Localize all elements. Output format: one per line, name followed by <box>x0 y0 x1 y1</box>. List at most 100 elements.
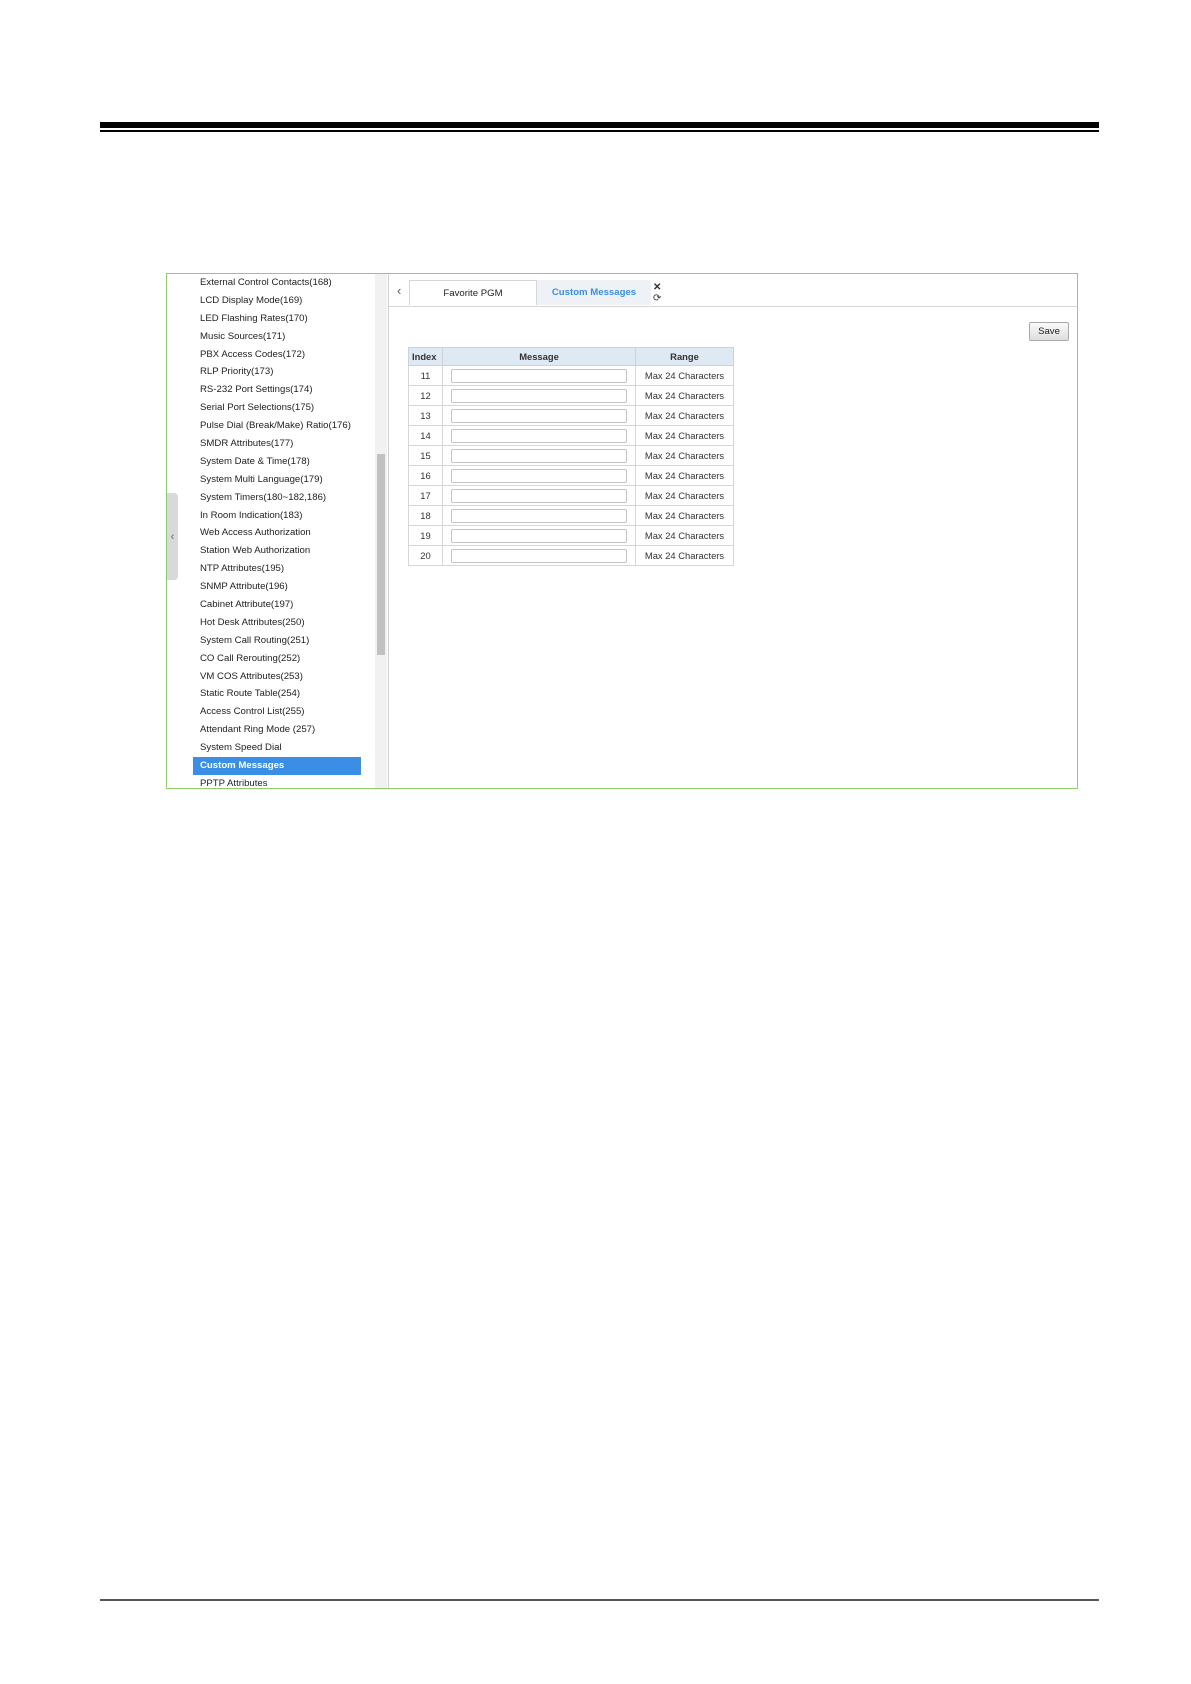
sidebar-item[interactable]: SNMP Attribute(196) <box>193 578 361 596</box>
row-range: Max 24 Characters <box>635 405 734 426</box>
table-row: 15 Max 24 Characters <box>408 445 734 466</box>
sidebar-item[interactable]: Station Web Authorization <box>193 542 361 560</box>
tab-favorite-pgm[interactable]: Favorite PGM <box>409 280 537 305</box>
sidebar-item[interactable]: NTP Attributes(195) <box>193 560 361 578</box>
message-input[interactable] <box>451 508 627 523</box>
message-input[interactable] <box>451 548 627 563</box>
column-header-range: Range <box>635 347 734 366</box>
row-message-cell <box>442 425 636 446</box>
tab-refresh-icon[interactable]: ⟳ <box>653 293 661 304</box>
row-index: 18 <box>408 505 443 526</box>
row-index: 14 <box>408 425 443 446</box>
table-row: 11 Max 24 Characters <box>408 365 734 386</box>
row-index: 16 <box>408 465 443 486</box>
main-panel: ‹ Favorite PGM Custom Messages ✕ ⟳ ✕ ⌄ ›… <box>389 274 1077 788</box>
sidebar-item[interactable]: PBX Access Codes(172) <box>193 346 361 364</box>
sidebar-item[interactable]: Serial Port Selections(175) <box>193 399 361 417</box>
sidebar-item[interactable]: Hot Desk Attributes(250) <box>193 614 361 632</box>
row-message-cell <box>442 465 636 486</box>
page-footer-rule <box>100 1599 1099 1601</box>
sidebar: External Control Contacts(168) LCD Displa… <box>167 274 389 788</box>
row-range: Max 24 Characters <box>635 445 734 466</box>
sidebar-item[interactable]: Cabinet Attribute(197) <box>193 596 361 614</box>
table-row: 14 Max 24 Characters <box>408 425 734 446</box>
sidebar-item[interactable]: Attendant Ring Mode (257) <box>193 721 361 739</box>
table-row: 20 Max 24 Characters <box>408 545 734 566</box>
row-message-cell <box>442 485 636 506</box>
tab-prev-icon[interactable]: ‹ <box>397 283 401 298</box>
column-header-message: Message <box>442 347 636 366</box>
row-message-cell <box>442 365 636 386</box>
sidebar-item[interactable]: System Call Routing(251) <box>193 632 361 650</box>
table-body: 11 Max 24 Characters 12 Max 24 Characters 13… <box>408 365 734 566</box>
sidebar-item[interactable]: System Timers(180~182,186) <box>193 489 361 507</box>
sidebar-item[interactable]: System Multi Language(179) <box>193 471 361 489</box>
row-range: Max 24 Characters <box>635 485 734 506</box>
table-row: 17 Max 24 Characters <box>408 485 734 506</box>
sidebar-item[interactable]: Music Sources(171) <box>193 328 361 346</box>
sidebar-item[interactable]: Custom Messages <box>193 757 361 775</box>
table-row: 12 Max 24 Characters <box>408 385 734 406</box>
sidebar-item[interactable]: CO Call Rerouting(252) <box>193 650 361 668</box>
message-input[interactable] <box>451 428 627 443</box>
sidebar-item[interactable]: Pulse Dial (Break/Make) Ratio(176) <box>193 417 361 435</box>
table-header-row: Index Message Range <box>408 347 734 366</box>
table-row: 18 Max 24 Characters <box>408 505 734 526</box>
sidebar-item[interactable]: SMDR Attributes(177) <box>193 435 361 453</box>
column-header-index: Index <box>408 347 443 366</box>
row-range: Max 24 Characters <box>635 465 734 486</box>
sidebar-scrollbar-thumb[interactable] <box>377 454 385 655</box>
collapse-sidebar-icon[interactable]: ‹ <box>167 493 178 580</box>
row-message-cell <box>442 385 636 406</box>
custom-messages-table: Index Message Range 11 Max 24 Characters 1… <box>408 347 734 566</box>
sidebar-item[interactable]: Static Route Table(254) <box>193 685 361 703</box>
message-input[interactable] <box>451 368 627 383</box>
row-index: 11 <box>408 365 443 386</box>
sidebar-item[interactable]: System Date & Time(178) <box>193 453 361 471</box>
table-row: 16 Max 24 Characters <box>408 465 734 486</box>
page-header-rule-thin <box>100 130 1099 132</box>
sidebar-item[interactable]: RS-232 Port Settings(174) <box>193 381 361 399</box>
tab-custom-messages[interactable]: Custom Messages <box>537 280 651 305</box>
row-index: 19 <box>408 525 443 546</box>
sidebar-item[interactable]: External Control Contacts(168) <box>193 274 361 292</box>
row-range: Max 24 Characters <box>635 385 734 406</box>
row-index: 15 <box>408 445 443 466</box>
sidebar-item[interactable]: VM COS Attributes(253) <box>193 668 361 686</box>
sidebar-item[interactable]: Access Control List(255) <box>193 703 361 721</box>
sidebar-item[interactable]: LED Flashing Rates(170) <box>193 310 361 328</box>
save-button[interactable]: Save <box>1029 322 1069 341</box>
table-row: 13 Max 24 Characters <box>408 405 734 426</box>
row-index: 20 <box>408 545 443 566</box>
row-range: Max 24 Characters <box>635 505 734 526</box>
row-range: Max 24 Characters <box>635 525 734 546</box>
row-index: 17 <box>408 485 443 506</box>
row-range: Max 24 Characters <box>635 365 734 386</box>
message-input[interactable] <box>451 408 627 423</box>
message-input[interactable] <box>451 468 627 483</box>
row-index: 13 <box>408 405 443 426</box>
message-input[interactable] <box>451 448 627 463</box>
table-row: 19 Max 24 Characters <box>408 525 734 546</box>
message-input[interactable] <box>451 388 627 403</box>
sidebar-item[interactable]: In Room Indication(183) <box>193 507 361 525</box>
row-message-cell <box>442 445 636 466</box>
app-window: External Control Contacts(168) LCD Displa… <box>166 273 1078 789</box>
tab-strip: ‹ Favorite PGM Custom Messages ✕ ⟳ ✕ ⌄ › <box>389 274 1077 307</box>
page-header-rule-thick <box>100 122 1099 128</box>
row-range: Max 24 Characters <box>635 545 734 566</box>
message-input[interactable] <box>451 528 627 543</box>
sidebar-item[interactable]: RLP Priority(173) <box>193 363 361 381</box>
sidebar-item[interactable]: LCD Display Mode(169) <box>193 292 361 310</box>
row-message-cell <box>442 505 636 526</box>
sidebar-item[interactable]: PPTP Attributes <box>193 775 361 788</box>
sidebar-menu: External Control Contacts(168) LCD Displa… <box>193 274 361 788</box>
row-message-cell <box>442 405 636 426</box>
row-message-cell <box>442 545 636 566</box>
row-range: Max 24 Characters <box>635 425 734 446</box>
message-input[interactable] <box>451 488 627 503</box>
sidebar-item[interactable]: System Speed Dial <box>193 739 361 757</box>
row-index: 12 <box>408 385 443 406</box>
tab-close-icon[interactable]: ✕ <box>653 282 661 293</box>
sidebar-item[interactable]: Web Access Authorization <box>193 524 361 542</box>
